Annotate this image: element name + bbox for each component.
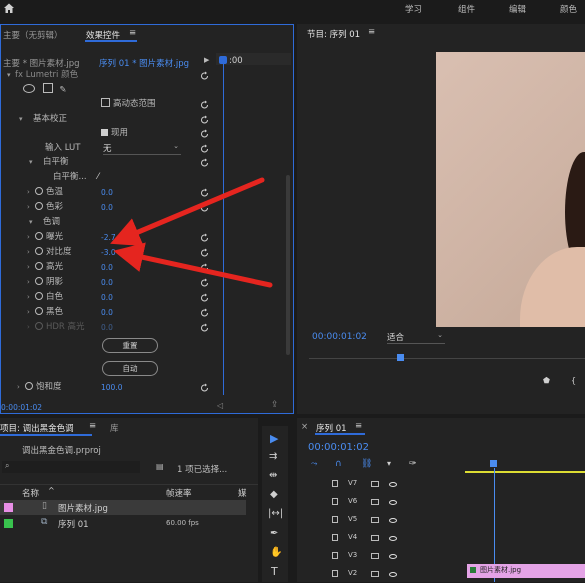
subject-shoulder [520, 247, 585, 327]
fit-dropdown[interactable]: 适合 ⌄ [387, 331, 445, 344]
eye-icon[interactable] [389, 482, 397, 487]
fit-value: 适合 [387, 333, 405, 343]
track-header: V5 [297, 512, 465, 529]
active-tab-indicator [0, 434, 92, 436]
label-color-swatch[interactable] [4, 519, 13, 528]
sync-lock-icon[interactable] [371, 553, 379, 559]
project-panel: 项目: 调出黑金色调 ≡ 库 调出黑金色调.prproj ⌕ ▤ 1 项已选择.… [0, 418, 258, 582]
program-menu-icon[interactable]: ≡ [368, 27, 375, 37]
playback-scrubber[interactable] [309, 354, 585, 369]
timeline-toolbar: ⤳ ∩ ⛓ ▾ ✑ [311, 459, 451, 471]
ripple-edit-tool-icon[interactable]: ⇹ [269, 470, 277, 481]
eye-icon[interactable] [389, 500, 397, 505]
linked-selection-icon[interactable]: ⛓ [361, 459, 372, 469]
selection-info: 1 项已选择... [177, 465, 228, 475]
media-column-header[interactable]: 媒 [238, 487, 247, 499]
selection-tool-icon[interactable]: ▶ [270, 432, 278, 445]
marker-icon[interactable]: ⬟ [543, 376, 550, 385]
eye-icon[interactable] [389, 554, 397, 559]
timeline-clip[interactable]: 图片素材.jpg [467, 564, 585, 578]
lock-icon[interactable] [332, 570, 338, 577]
track-name[interactable]: V5 [348, 515, 357, 523]
nest-icon[interactable]: ⤳ [311, 459, 317, 469]
eye-icon[interactable] [389, 572, 397, 577]
label-color-swatch[interactable] [4, 503, 13, 512]
snap-icon[interactable]: ∩ [335, 459, 342, 469]
fps-column-header[interactable]: 帧速率 [166, 487, 192, 499]
clip-fx-badge [470, 567, 476, 573]
chevron-down-icon: ⌄ [437, 331, 443, 339]
timeline-playhead[interactable] [490, 460, 497, 467]
timeline-panel: × 序列 01 ≡ 00:00:01:02 ⤳ ∩ ⛓ ▾ ✑ V7 V6 V5 V4… [297, 418, 585, 582]
type-tool-icon[interactable]: T [271, 565, 278, 578]
track-name[interactable]: V2 [348, 569, 357, 577]
settings-wrench-icon[interactable]: ✑ [409, 459, 417, 469]
list-item[interactable]: ▯ 图片素材.jpg [0, 500, 246, 515]
sync-lock-icon[interactable] [371, 517, 379, 523]
tools-panel: ▶ ⇉ ⇹ ◆ |↔| ✒ ✋ T [262, 426, 288, 582]
program-title: 节目: 序列 01 [307, 30, 361, 40]
scrubber-playhead[interactable] [397, 354, 405, 361]
sync-lock-icon[interactable] [371, 499, 379, 505]
image-file-icon: ▯ [42, 501, 47, 511]
hand-tool-icon[interactable]: ✋ [270, 547, 282, 558]
item-name: 图片素材.jpg [58, 504, 108, 514]
track-select-tool-icon[interactable]: ⇉ [269, 451, 277, 462]
clip-label: 图片素材.jpg [480, 566, 522, 574]
timeline-menu-icon[interactable]: ≡ [355, 421, 362, 431]
track-name[interactable]: V4 [348, 533, 357, 541]
item-fps: 60.00 fps [166, 519, 199, 527]
video-frame[interactable] [436, 52, 585, 327]
sort-ascending-icon[interactable]: ^ [48, 486, 55, 495]
item-name: 序列 01 [58, 520, 89, 530]
program-timecode[interactable]: 00:00:01:02 [312, 332, 367, 342]
list-item[interactable]: ⧉ 序列 01 60.00 fps [0, 516, 246, 531]
track-header: V6 [297, 494, 465, 511]
column-header: 名称 ^ 帧速率 媒 [0, 484, 258, 499]
library-tab[interactable]: 库 [110, 422, 119, 434]
track-name[interactable]: V3 [348, 551, 357, 559]
sync-lock-icon[interactable] [371, 481, 379, 487]
track-header: V3 [297, 548, 465, 565]
slip-tool-icon[interactable]: |↔| [268, 508, 283, 519]
project-menu-icon[interactable]: ≡ [89, 421, 96, 431]
work-area-bar[interactable] [465, 471, 585, 473]
sequence-icon: ⧉ [41, 517, 48, 527]
sync-lock-icon[interactable] [371, 571, 379, 577]
sync-lock-icon[interactable] [371, 535, 379, 541]
search-input[interactable]: ⌕ [2, 461, 140, 473]
pen-tool-icon[interactable]: ✒ [270, 528, 278, 539]
arrow-to-contrast [113, 242, 273, 288]
track-header: V7 [297, 476, 465, 493]
timeline-timecode[interactable]: 00:00:01:02 [308, 442, 369, 453]
track-name[interactable]: V7 [348, 479, 357, 487]
lock-icon[interactable] [332, 498, 338, 505]
lock-icon[interactable] [332, 516, 338, 523]
track-name[interactable]: V6 [348, 497, 357, 505]
project-tab[interactable]: 项目: 调出黑金色调 [0, 422, 74, 434]
track-header: V2 [297, 566, 465, 583]
active-tab-indicator [315, 433, 365, 435]
razor-tool-icon[interactable]: ◆ [270, 489, 278, 500]
step-back-icon[interactable]: { [571, 376, 576, 385]
project-file-label: 调出黑金色调.prproj [22, 446, 101, 456]
search-icon: ⌕ [5, 461, 10, 470]
lock-icon[interactable] [332, 534, 338, 541]
track-header: V4 [297, 530, 465, 547]
new-bin-icon[interactable]: ▤ [156, 462, 164, 471]
lock-icon[interactable] [332, 552, 338, 559]
arrow-to-exposure [110, 177, 265, 247]
lock-icon[interactable] [332, 480, 338, 487]
program-monitor: 节目: 序列 01 ≡ 00:00:01:02 适合 ⌄ ⬟ { [297, 24, 585, 414]
eye-icon[interactable] [389, 518, 397, 523]
eye-icon[interactable] [389, 536, 397, 541]
add-marker-icon[interactable]: ▾ [387, 459, 391, 468]
name-column-header[interactable]: 名称 [22, 487, 39, 499]
timeline-close-icon[interactable]: × [301, 422, 308, 432]
